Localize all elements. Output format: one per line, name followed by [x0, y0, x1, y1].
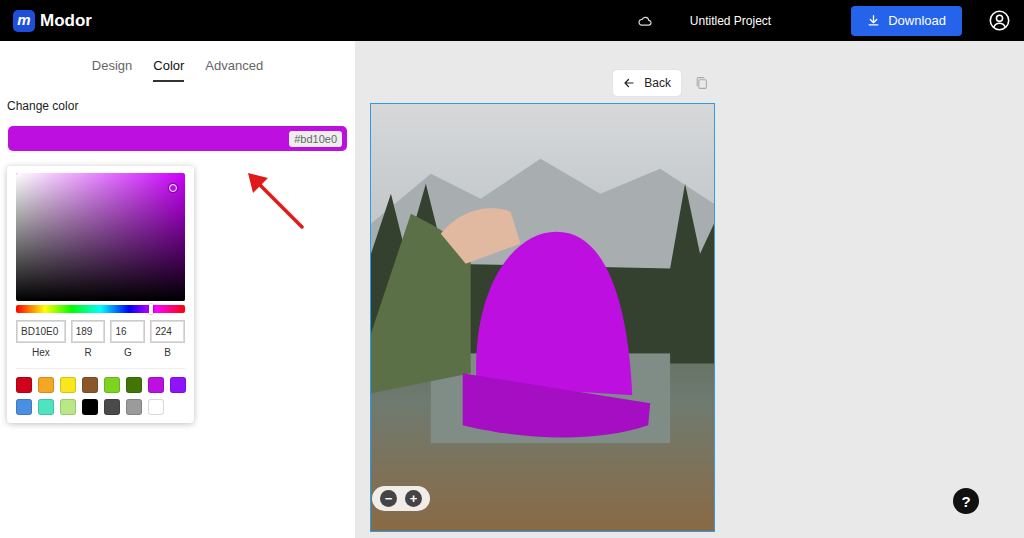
color-fields: BD10E0 Hex 189 R 16 G 224 B — [16, 320, 185, 358]
annotation-arrow-icon — [240, 165, 310, 235]
color-swatch[interactable] — [60, 399, 76, 415]
tab-label: Design — [92, 58, 132, 73]
color-swatch[interactable] — [82, 399, 98, 415]
tab[interactable]: Advanced — [205, 56, 263, 82]
zoom-out-button[interactable]: − — [380, 490, 397, 507]
brand[interactable]: mModor — [13, 10, 638, 32]
black-gradient — [16, 173, 185, 301]
section-label: Change color — [0, 82, 355, 113]
color-swatch[interactable] — [126, 399, 142, 415]
back-row: Back — [370, 70, 715, 96]
top-bar: mModor Untitled Project Download — [0, 0, 1024, 41]
logo-mark: m — [13, 10, 35, 32]
color-picker: BD10E0 Hex 189 R 16 G 224 B — [7, 166, 194, 423]
color-swatch[interactable] — [126, 377, 142, 393]
product-photo — [371, 104, 714, 531]
field-label: G — [124, 347, 132, 358]
color-field: BD10E0 Hex — [16, 320, 66, 358]
stage: Back −+ — [370, 70, 715, 532]
zoom-in-button[interactable]: + — [405, 490, 422, 507]
download-button[interactable]: Download — [851, 6, 962, 36]
side-panel: DesignColorAdvanced Change color#bd10e0 … — [0, 41, 355, 538]
color-bar[interactable]: #bd10e0 — [8, 126, 347, 151]
field-input[interactable]: 189 — [71, 320, 106, 343]
color-section: Change color #bd10e0 — [0, 82, 355, 151]
download-label: Download — [888, 13, 946, 28]
hue-slider[interactable] — [16, 305, 185, 313]
help-button[interactable]: ? — [953, 488, 979, 514]
color-swatch[interactable] — [148, 399, 164, 415]
tab-bar: Design Color Advanced — [0, 41, 355, 82]
back-button[interactable]: Back — [613, 70, 681, 96]
color-swatch[interactable] — [104, 399, 120, 415]
hex-badge: #bd10e0 — [289, 131, 342, 147]
tab[interactable]: Color — [153, 56, 184, 82]
color-field: 189 R — [71, 320, 106, 358]
color-field: 224 B — [150, 320, 185, 358]
color-field: 16 G — [110, 320, 145, 358]
duplicate-icon[interactable] — [695, 76, 708, 90]
tab[interactable]: Design — [92, 56, 132, 82]
color-swatch[interactable] — [104, 377, 120, 393]
color-swatch[interactable] — [38, 399, 54, 415]
cloud-icon[interactable] — [638, 15, 652, 27]
app-name: Modor — [40, 11, 92, 31]
field-label: R — [84, 347, 91, 358]
color-swatch[interactable] — [82, 377, 98, 393]
color-swatch[interactable] — [170, 377, 186, 393]
field-label: B — [164, 347, 171, 358]
color-swatch[interactable] — [16, 399, 32, 415]
hue-handle[interactable] — [149, 304, 153, 314]
color-swatch[interactable] — [16, 377, 32, 393]
project-info: Untitled Project — [638, 14, 771, 28]
saturation-area[interactable] — [16, 173, 185, 301]
color-swatch[interactable] — [38, 377, 54, 393]
project-title[interactable]: Untitled Project — [690, 14, 771, 28]
header-actions: Download — [851, 6, 1010, 36]
download-icon — [867, 14, 880, 27]
arrow-left-icon — [623, 77, 635, 89]
color-swatch[interactable] — [148, 377, 164, 393]
mockup-canvas[interactable]: −+ — [370, 103, 715, 532]
field-input[interactable]: 16 — [110, 320, 145, 343]
workspace: Back −+ ? — [355, 41, 1024, 538]
color-swatch[interactable] — [60, 377, 76, 393]
tab-label: Advanced — [205, 58, 263, 73]
field-label: Hex — [32, 347, 50, 358]
back-label: Back — [644, 76, 671, 90]
tab-label: Color — [153, 58, 184, 73]
field-input[interactable]: 224 — [150, 320, 185, 343]
field-input[interactable]: BD10E0 — [16, 320, 66, 343]
preset-swatches — [16, 368, 185, 415]
zoom-controls: −+ — [372, 486, 430, 511]
user-account-icon[interactable] — [989, 10, 1010, 31]
